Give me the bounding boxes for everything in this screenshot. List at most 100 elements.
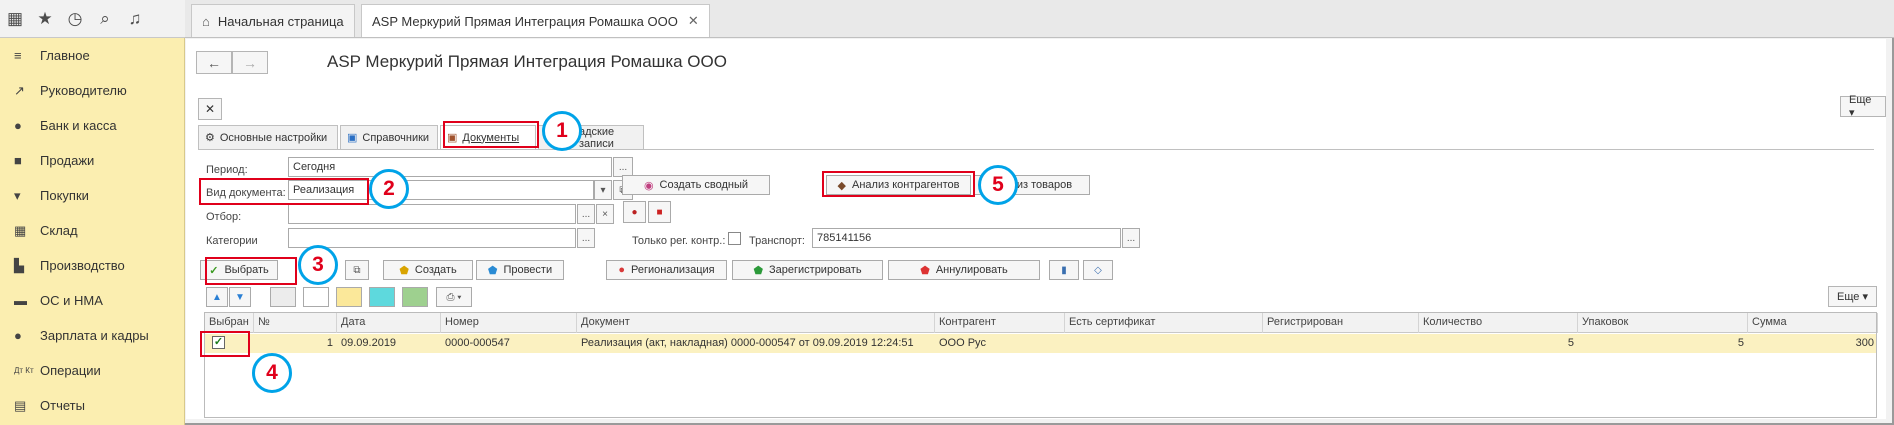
table-row[interactable]: ✓ 1 09.09.2019 0000-000547 Реализация (а… [205,334,1876,353]
column-date[interactable]: Дата [337,313,441,333]
button-label: Создать сводный [659,179,749,191]
chevron-down-icon: ▾ [600,184,606,196]
column-packages[interactable]: Упаковок [1578,313,1748,333]
factory-icon: ▙ [14,257,24,273]
arrow-up-icon: ▲ [212,291,222,303]
column-registered[interactable]: Регистрирован [1263,313,1419,333]
home-icon: ⌂ [202,13,210,29]
register-button[interactable]: ⬟ Зарегистрировать [732,260,883,280]
annotation-box-doc-type [199,178,369,205]
star-icon[interactable]: ★ [30,4,60,34]
column-selected[interactable]: Выбран [205,313,254,333]
column-document[interactable]: Документ [577,313,935,333]
trash-icon: ▮ [1061,264,1067,276]
sidebar-item-bank[interactable]: ● Банк и касса [0,108,184,143]
trend-icon: ↗ [14,82,25,98]
selection-input[interactable] [288,204,576,224]
save-button[interactable]: ■ [648,201,671,223]
selection-clear-button[interactable]: × [596,204,614,224]
sidebar-item-purchases[interactable]: ▾ Покупки [0,178,184,213]
back-button[interactable]: ← [196,51,232,74]
sidebar-item-operations[interactable]: Дт Кт Операции [0,353,184,388]
coin-icon: ● [14,118,22,133]
category-select-button[interactable]: ... [577,228,595,248]
color-filter-yellow[interactable] [336,287,362,307]
sidebar-item-label: Операции [40,363,101,378]
eraser-button[interactable]: ◇ [1083,260,1113,280]
column-quantity[interactable]: Количество [1419,313,1578,333]
table-more-button[interactable]: Еще ▾ [1828,286,1877,307]
create-summary-button[interactable]: ◉ Создать сводный [622,175,770,195]
forward-button[interactable]: → [232,51,268,74]
cell-date: 09.09.2019 [341,337,397,349]
only-reg-contractors-checkbox[interactable] [728,232,741,245]
tab-home[interactable]: ⌂ Начальная страница [191,4,355,37]
apps-grid-icon[interactable]: ▦ [0,4,30,34]
reference-book-icon: ▣ [347,132,358,144]
post-button[interactable]: ⬟ Провести [476,260,564,280]
button-label: Провести [503,264,553,276]
print-button[interactable]: ⎙ ▾ [436,287,472,307]
shield-yellow-icon: ⬟ [399,264,409,277]
sidebar-item-production[interactable]: ▙ Производство [0,248,184,283]
color-filter-cyan[interactable] [369,287,395,307]
copy-button[interactable]: ⧉ [345,260,369,280]
sidebar-item-fixed-assets[interactable]: ▬ ОС и НМА [0,283,184,318]
color-filter-white[interactable] [303,287,329,307]
period-select-button[interactable]: ... [613,157,633,177]
button-label: Регионализация [631,264,715,276]
column-sum[interactable]: Сумма [1748,313,1878,333]
color-filter-gray[interactable] [270,287,296,307]
sidebar-item-warehouse[interactable]: ▦ Склад [0,213,184,248]
doc-type-dropdown[interactable]: ▾ [594,180,612,200]
selection-select-button[interactable]: ... [577,204,595,224]
settings-button[interactable]: ✕ [198,98,222,120]
move-up-button[interactable]: ▲ [206,287,228,307]
column-number[interactable]: № [254,313,337,333]
truck-icon: ▬ [14,293,27,308]
sidebar-item-salary[interactable]: ● Зарплата и кадры [0,318,184,353]
dt-kt-icon: Дт Кт [14,366,34,375]
category-input[interactable] [288,228,576,248]
cell-number: 1 [326,337,333,349]
color-palette-icon: ◉ [643,179,654,192]
tab-references[interactable]: ▣ Справочники [340,125,438,149]
person-icon: ● [14,328,22,343]
annotation-box-select-button [205,257,297,285]
move-down-button[interactable]: ▼ [229,287,251,307]
sidebar-item-manager[interactable]: ↗ Руководителю [0,73,184,108]
color-filter-green[interactable] [402,287,428,307]
column-certificate[interactable]: Есть сертификат [1065,313,1263,333]
cell-doc-number: 0000-000547 [445,337,510,349]
transport-select-button[interactable]: ... [1122,228,1140,248]
column-contractor[interactable]: Контрагент [935,313,1065,333]
column-doc-number[interactable]: Номер [441,313,577,333]
delete-documents-button[interactable]: ● [623,201,646,223]
create-button[interactable]: ⬟ Создать [383,260,473,280]
sidebar-item-main[interactable]: ≡ Главное [0,38,184,73]
regionalize-button[interactable]: ● Регионализация [606,260,727,280]
cell-document: Реализация (акт, накладная) 0000-000547 … [581,337,914,349]
table-header: Выбран № Дата Номер Документ Контрагент … [205,313,1878,333]
tab-home-label: Начальная страница [217,13,344,29]
close-icon[interactable]: ✕ [688,13,699,29]
search-icon[interactable]: ⌕ [90,4,120,34]
more-button[interactable]: Еще ▾ [1840,94,1886,119]
cell-packages: 5 [1737,337,1744,349]
printer-icon: ⎙ ▾ [446,291,462,303]
annul-button[interactable]: ⬟ Аннулировать [888,260,1040,280]
transport-input[interactable]: 785141156 [812,228,1121,248]
period-input[interactable]: Сегодня [288,157,612,177]
sidebar: ≡ Главное ↗ Руководителю ● Банк и касса ■ Пр… [0,38,185,425]
bell-icon[interactable]: ♫ [120,4,150,34]
history-icon[interactable]: ◷ [60,4,90,34]
sidebar-item-sales[interactable]: ■ Продажи [0,143,184,178]
delete-button[interactable]: ▮ [1049,260,1079,280]
sidebar-item-reports[interactable]: ▤ Отчеты [0,388,184,423]
tab-asp-mercury[interactable]: ASP Меркурий Прямая Интеграция Ромашка О… [361,4,710,37]
sidebar-item-label: Руководителю [40,83,127,98]
menu-icon: ≡ [14,48,22,63]
annotation-badge-1: 1 [542,111,582,151]
tab-main-settings[interactable]: ⚙ Основные настройки [198,125,338,149]
sidebar-item-label: Производство [40,258,125,273]
